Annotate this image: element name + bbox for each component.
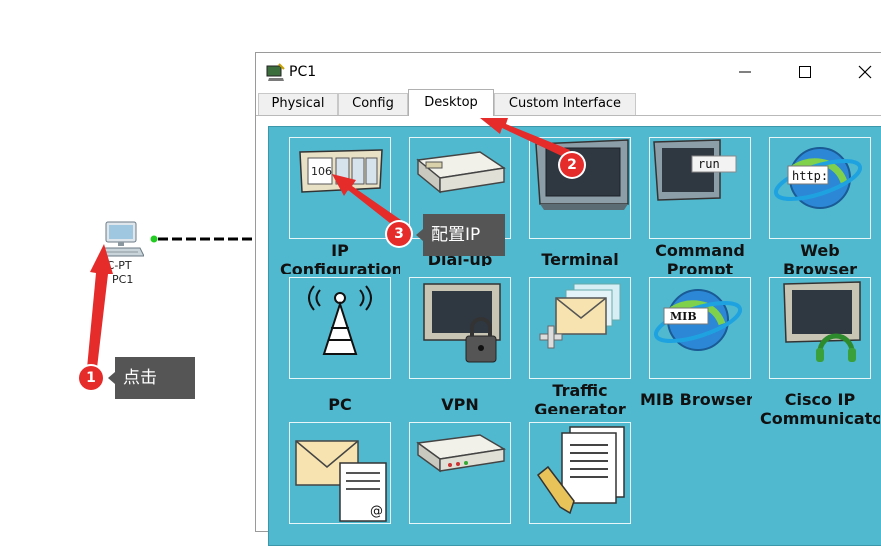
tab-custom-interface[interactable]: Custom Interface: [494, 93, 636, 115]
pppoe-dialer-tile[interactable]: [409, 422, 511, 524]
mib-browser-tile[interactable]: MIB: [649, 277, 751, 379]
text-editor-icon: [536, 426, 625, 515]
close-icon[interactable]: [854, 61, 876, 83]
vpn-lock-icon: [423, 283, 501, 363]
mib-browser-label: MIB Browser: [640, 390, 752, 409]
wireless-antenna-icon: [308, 285, 372, 355]
ip-icon-text: 106: [311, 165, 332, 178]
vpn-tile[interactable]: [409, 277, 511, 379]
ip-communicator-icon: [783, 281, 861, 362]
text-editor-tile[interactable]: [529, 422, 631, 524]
terminal-tile[interactable]: [529, 137, 631, 239]
web-browser-label: Web Browser: [782, 241, 858, 274]
device-type-label: PC-PT: [100, 259, 132, 272]
ip-communicator-tile[interactable]: [769, 277, 871, 379]
maximize-icon[interactable]: [794, 61, 816, 83]
pc1-window: PC1 Physical Config Desktop Custom Inter…: [255, 52, 881, 546]
tab-desktop[interactable]: Desktop: [408, 89, 494, 116]
pc-wireless-tile[interactable]: [289, 277, 391, 379]
at-sign-text: @: [370, 504, 383, 519]
title-bar[interactable]: PC1: [256, 53, 881, 91]
callout-step3: 配置IP: [416, 214, 505, 256]
ip-configuration-tile[interactable]: 106: [289, 137, 391, 239]
terminal-monitor-icon: [535, 139, 629, 210]
pppoe-modem-icon: [416, 434, 507, 473]
web-browser-tile[interactable]: http:: [769, 137, 871, 239]
traffic-generator-label: Traffic Generator: [534, 381, 626, 414]
ip-configuration-icon: 106: [299, 149, 383, 193]
ethernet-link[interactable]: [140, 232, 260, 248]
mib-text: MIB: [670, 310, 697, 323]
window-title: PC1: [289, 64, 317, 80]
callout-step1: 点击: [108, 357, 195, 399]
run-text: run: [698, 157, 720, 171]
mib-browser-icon: MIB: [653, 289, 743, 351]
web-browser-icon: http:: [773, 147, 863, 209]
traffic-generator-tile[interactable]: [529, 277, 631, 379]
pc1-device-icon[interactable]: [99, 218, 145, 262]
ip-configuration-label: IP Configuration: [280, 241, 400, 274]
tab-bar: Physical Config Desktop Custom Interface: [256, 89, 881, 116]
device-name-label: PC1: [112, 273, 134, 286]
packet-tracer-icon: [265, 63, 285, 87]
badge-step2: 2: [560, 153, 584, 177]
http-text: http:: [792, 169, 828, 183]
email-icon: @: [295, 440, 387, 522]
desktop-panel: 106 run http: IP Configuration Dial-up T…: [268, 126, 881, 546]
badge-step1: 1: [79, 366, 103, 390]
tab-config[interactable]: Config: [338, 93, 408, 115]
vpn-label: VPN: [441, 395, 479, 414]
traffic-generator-icon: [539, 283, 621, 349]
badge-step3: 3: [387, 222, 411, 246]
command-prompt-label: Command Prompt: [655, 241, 745, 274]
terminal-label: Terminal: [541, 250, 619, 269]
tab-physical[interactable]: Physical: [258, 93, 338, 115]
command-prompt-tile[interactable]: run: [649, 137, 751, 239]
minimize-icon[interactable]: [734, 61, 756, 83]
command-prompt-icon: run: [653, 139, 737, 201]
pc-label: PC: [328, 395, 352, 414]
ip-communicator-label: Cisco IP Communicator: [760, 390, 880, 428]
email-tile[interactable]: @: [289, 422, 391, 524]
